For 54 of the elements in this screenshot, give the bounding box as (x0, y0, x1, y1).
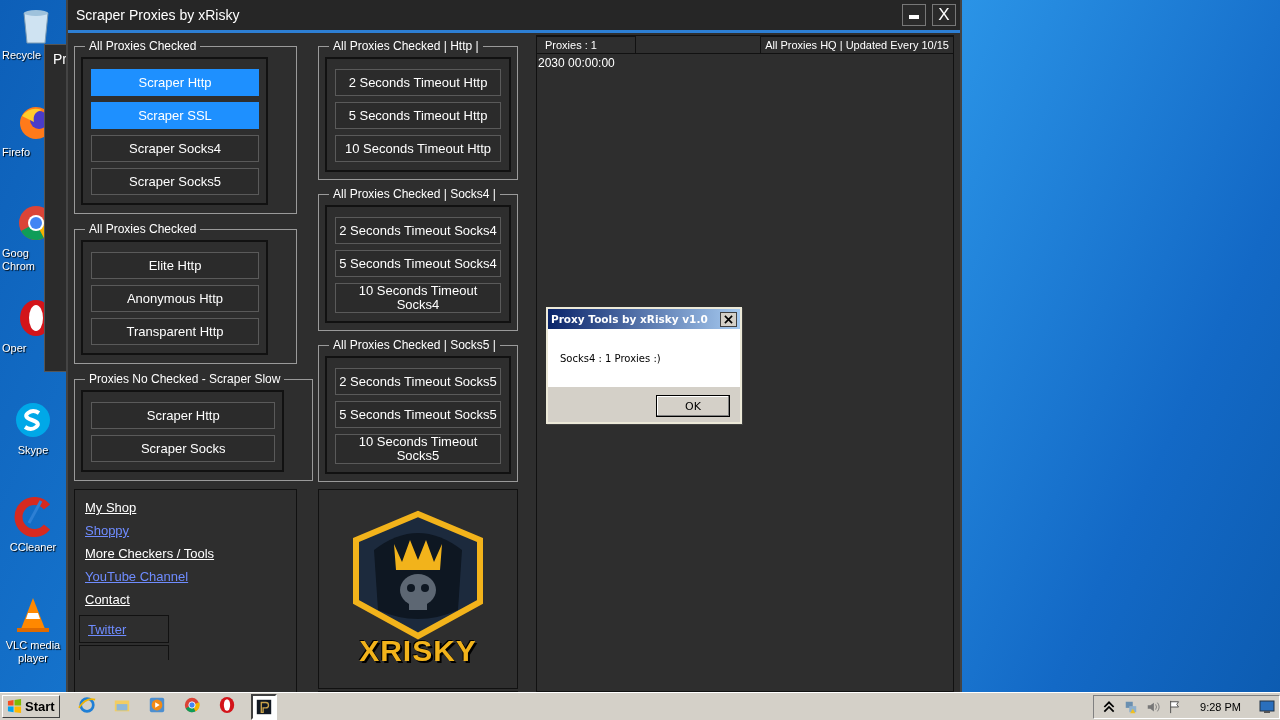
clock[interactable]: 9:28 PM (1200, 700, 1241, 713)
ok-button[interactable]: OK (656, 395, 730, 417)
scraper-button[interactable]: 2 Seconds Timeout Http (335, 69, 501, 96)
scraper-button[interactable]: 10 Seconds Timeout Socks5 (335, 434, 501, 464)
window-title: Scraper Proxies by xRisky (75, 7, 241, 23)
desktop-icon-label[interactable]: Skype (17, 444, 49, 457)
update-info-label: All Proxies HQ | Updated Every 10/15 (760, 36, 953, 53)
scraper-button[interactable]: 10 Seconds Timeout Socks4 (335, 283, 501, 313)
close-icon (724, 314, 733, 324)
chevron-up-icon[interactable] (1102, 699, 1117, 714)
scraper-button[interactable]: 5 Seconds Timeout Socks4 (335, 250, 501, 277)
minimize-button[interactable] (902, 4, 926, 26)
group-title: All Proxies Checked | Http | (332, 39, 480, 53)
scraper-button[interactable]: 2 Seconds Timeout Socks5 (335, 368, 501, 395)
scraper-button[interactable]: Elite Http (91, 252, 259, 279)
link[interactable]: More Checkers / Tools (85, 546, 215, 561)
close-button[interactable] (720, 311, 737, 327)
scraper-button[interactable]: Scraper Socks4 (91, 135, 259, 162)
window-title: Pr (53, 51, 67, 67)
desktop-icon-label[interactable]: Recycle (0, 49, 42, 62)
scraper-button[interactable]: Transparent Http (91, 318, 259, 345)
link[interactable]: My Shop (85, 500, 137, 515)
link[interactable]: Twitter (88, 621, 127, 637)
link[interactable]: YouTube Channel (85, 569, 189, 584)
scraper-button[interactable]: Scraper Socks5 (91, 168, 259, 195)
desktop-icon-label[interactable]: VLC media player (1, 639, 65, 665)
close-button[interactable]: X (932, 4, 956, 26)
link[interactable]: Contact (85, 592, 130, 607)
windows-logo-icon (7, 699, 22, 714)
group-title: All Proxies Checked (88, 39, 198, 53)
scraper-button[interactable]: Anonymous Http (91, 285, 259, 312)
show-desktop-icon[interactable] (1259, 699, 1275, 714)
proxy-count-tab[interactable]: Proxies : 1 (537, 36, 636, 53)
scraper-button[interactable]: 2 Seconds Timeout Socks4 (335, 217, 501, 244)
dialog-message: Socks4 : 1 Proxies :) (560, 352, 661, 364)
logo-text: XRISKY (359, 634, 477, 668)
scraper-button[interactable]: Scraper Socks (91, 435, 276, 462)
scraper-button[interactable]: 5 Seconds Timeout Socks5 (335, 401, 501, 428)
dialog-title: Proxy Tools by xRisky v1.0 (551, 313, 708, 325)
group-title: Proxies No Checked - Scraper Slow (88, 372, 282, 386)
skype-icon[interactable] (13, 400, 53, 440)
group-title: All Proxies Checked | Socks4 | (332, 187, 497, 201)
log-line: 2030 00:00:00 (538, 56, 616, 70)
start-button[interactable]: Start (2, 695, 60, 718)
desktop-icon-label[interactable]: Goog Chrom (0, 247, 44, 273)
link[interactable]: Shoppy (85, 523, 130, 538)
scraper-button[interactable]: 5 Seconds Timeout Http (335, 102, 501, 129)
scraper-button[interactable]: 10 Seconds Timeout Http (335, 135, 501, 162)
group-title: All Proxies Checked (88, 222, 198, 236)
desktop-icon-label[interactable]: Firefo (0, 146, 31, 159)
desktop-icon-label[interactable]: Oper (0, 342, 27, 355)
scraper-button[interactable]: Scraper Http (91, 402, 276, 429)
group-title: All Proxies Checked | Socks5 | (332, 338, 497, 352)
desktop-icon-label[interactable]: CCleaner (9, 541, 57, 554)
